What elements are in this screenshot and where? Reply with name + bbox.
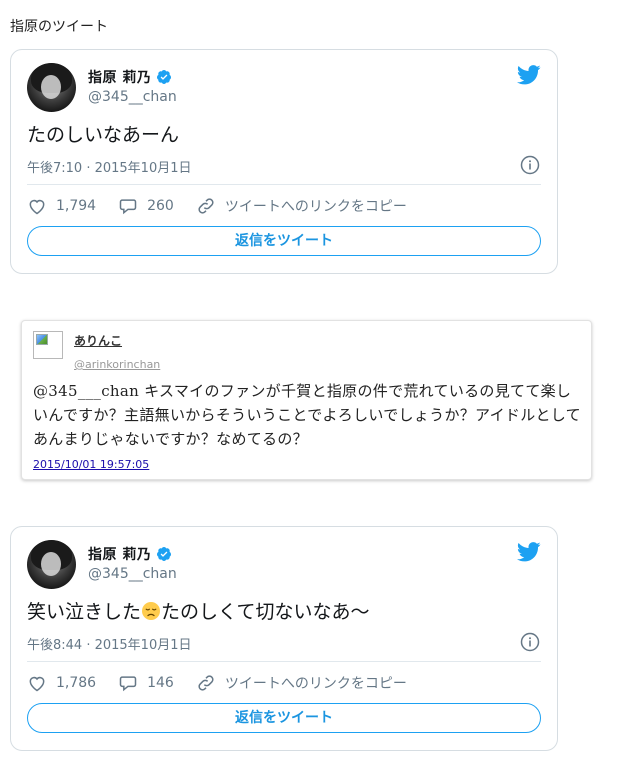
reply-bubble-icon	[119, 199, 137, 215]
author-block[interactable]: 指原 莉乃 @345__chan	[88, 544, 177, 582]
embed-author-link[interactable]: ありんこ	[74, 332, 122, 349]
info-icon[interactable]	[520, 632, 540, 652]
copy-link-label: ツイートへのリンクをコピー	[224, 199, 407, 215]
display-name[interactable]: 指原 莉乃	[88, 67, 151, 87]
avatar[interactable]	[27, 540, 76, 589]
disappointed-face-emoji	[142, 602, 161, 620]
timestamp-link[interactable]: 午後7:10 · 2015年10月1日	[27, 157, 192, 176]
heart-icon	[29, 676, 45, 692]
copy-link-button[interactable]: ツイートへのリンクをコピー	[196, 673, 407, 693]
display-name[interactable]: 指原 莉乃	[88, 544, 151, 564]
handle[interactable]: @345__chan	[88, 89, 177, 105]
like-count: 1,794	[56, 198, 97, 214]
tweet-actions: 1,794 260 ツイートへのリンクをコピー	[27, 194, 429, 218]
broken-image-icon	[33, 331, 63, 359]
embed-text: @345___chan キスマイのファンが千賀と指原の件で荒れているの見てて楽し…	[33, 382, 581, 448]
verified-badge-icon	[157, 70, 172, 84]
author-block[interactable]: 指原 莉乃 @345__chan	[88, 67, 177, 105]
embed-date-link[interactable]: 2015/10/01 19:57:05	[33, 458, 149, 471]
reply-bubble-icon	[119, 676, 137, 692]
handle[interactable]: @345__chan	[88, 566, 177, 582]
timestamp-link[interactable]: 午後8:44 · 2015年10月1日	[27, 634, 192, 653]
copy-link-button[interactable]: ツイートへのリンクをコピー	[196, 196, 407, 216]
verified-badge-icon	[157, 547, 172, 561]
twitter-logo-icon[interactable]	[517, 542, 541, 562]
reply-count: 146	[147, 675, 174, 691]
link-icon	[198, 675, 214, 691]
tweet-text: 笑い泣きした たのしくて切ないなあ〜	[27, 601, 370, 623]
link-icon	[198, 198, 214, 214]
like-button[interactable]: 1,794	[27, 196, 96, 216]
tweet-actions: 1,786 146 ツイートへのリンクをコピー	[27, 671, 429, 695]
divider	[27, 184, 541, 185]
reply-tweet-button[interactable]: 返信をツイート	[27, 226, 541, 256]
section-title: 指原のツイート	[10, 19, 108, 35]
info-icon[interactable]	[520, 155, 540, 175]
twitter-logo-icon[interactable]	[517, 65, 541, 85]
tweet-card: 指原 莉乃 @345__chan たのしいなあーん 午後7:10 · 2015年…	[10, 49, 558, 274]
like-count: 1,786	[56, 675, 97, 691]
embedded-tweet: ありんこ @arinkorinchan @345___chan キスマイのファン…	[21, 320, 592, 480]
copy-link-label: ツイートへのリンクをコピー	[224, 676, 407, 692]
tweet-card: 指原 莉乃 @345__chan 笑い泣きした たのしくて切ないなあ〜 午後8:4…	[10, 526, 558, 751]
like-button[interactable]: 1,786	[27, 673, 96, 693]
reply-count: 260	[147, 198, 174, 214]
reply-tweet-button[interactable]: 返信をツイート	[27, 703, 541, 733]
heart-icon	[29, 199, 45, 215]
embed-handle-link[interactable]: @arinkorinchan	[74, 358, 160, 371]
divider	[27, 661, 541, 662]
avatar[interactable]	[27, 63, 76, 112]
reply-count-button[interactable]: 146	[118, 673, 174, 693]
reply-count-button[interactable]: 260	[118, 196, 174, 216]
tweet-text: たのしいなあーん	[27, 124, 180, 146]
